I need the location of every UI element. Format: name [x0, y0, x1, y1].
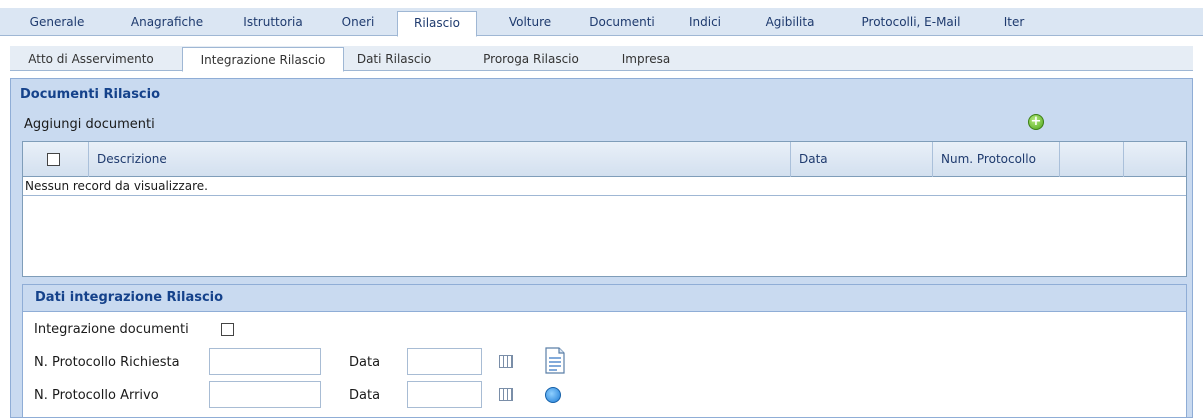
grid-row-divider: [23, 195, 1186, 196]
tab-indici[interactable]: Indici: [680, 11, 730, 36]
add-document-button[interactable]: +: [1028, 114, 1044, 130]
tab-oneri[interactable]: Oneri: [334, 11, 382, 36]
integration-panel: Dati integrazione Rilascio: [22, 284, 1187, 418]
tab-iter[interactable]: Iter: [994, 11, 1034, 36]
arrival-calendar-icon[interactable]: [499, 388, 513, 401]
documents-panel-title: Documenti Rilascio: [20, 87, 161, 102]
arrival-date-label: Data: [349, 388, 381, 403]
column-descrizione[interactable]: Descrizione: [89, 142, 791, 177]
column-action-2: [1124, 142, 1186, 177]
tab-volture[interactable]: Volture: [495, 11, 565, 36]
arrival-date-input[interactable]: [407, 381, 482, 408]
integration-documents-label: Integrazione documenti: [34, 322, 189, 337]
grid-header: Descrizione Data Num. Protocollo: [23, 142, 1186, 177]
request-calendar-icon[interactable]: [499, 355, 513, 368]
column-action-1: [1060, 142, 1124, 177]
add-documents-label: Aggiungi documenti: [24, 117, 155, 132]
tab-impresa[interactable]: Impresa: [608, 47, 684, 71]
tab-integrazione-rilascio[interactable]: Integrazione Rilascio: [182, 47, 344, 72]
integration-panel-header: Dati integrazione Rilascio: [23, 285, 1186, 312]
search-icon[interactable]: [545, 387, 561, 403]
request-protocol-label: N. Protocollo Richiesta: [34, 355, 180, 370]
tab-agibilita[interactable]: Agibilita: [750, 11, 830, 36]
request-protocol-input[interactable]: [209, 348, 321, 375]
request-document-icon[interactable]: [544, 347, 566, 374]
sub-tab-bar: Atto di Asservimento Integrazione Rilasc…: [10, 46, 1193, 72]
tab-proroga-rilascio[interactable]: Proroga Rilascio: [468, 47, 594, 71]
tab-anagrafiche[interactable]: Anagrafiche: [122, 11, 212, 36]
column-data[interactable]: Data: [791, 142, 933, 177]
integration-documents-checkbox[interactable]: [221, 323, 234, 336]
column-num-protocollo[interactable]: Num. Protocollo: [933, 142, 1060, 177]
grid-select-all-cell: [23, 142, 89, 177]
request-date-label: Data: [349, 355, 381, 370]
arrival-protocol-input[interactable]: [209, 381, 321, 408]
documents-grid: Descrizione Data Num. Protocollo Nessun …: [22, 141, 1187, 277]
select-all-checkbox[interactable]: [47, 153, 60, 166]
integration-panel-title: Dati integrazione Rilascio: [35, 290, 224, 305]
tab-atto-asservimento[interactable]: Atto di Asservimento: [20, 47, 162, 71]
tab-istruttoria[interactable]: Istruttoria: [232, 11, 314, 36]
tab-generale[interactable]: Generale: [22, 11, 92, 36]
main-tab-bar: Generale Anagrafiche Istruttoria Oneri R…: [0, 8, 1203, 37]
arrival-protocol-label: N. Protocollo Arrivo: [34, 388, 159, 403]
tab-dati-rilascio[interactable]: Dati Rilascio: [344, 47, 444, 71]
grid-empty-message: Nessun record da visualizzare.: [25, 179, 208, 193]
request-date-input[interactable]: [407, 348, 482, 375]
tab-protocolli-email[interactable]: Protocolli, E-Mail: [852, 11, 970, 36]
tab-rilascio[interactable]: Rilascio: [397, 11, 477, 37]
tab-documenti[interactable]: Documenti: [582, 11, 662, 36]
